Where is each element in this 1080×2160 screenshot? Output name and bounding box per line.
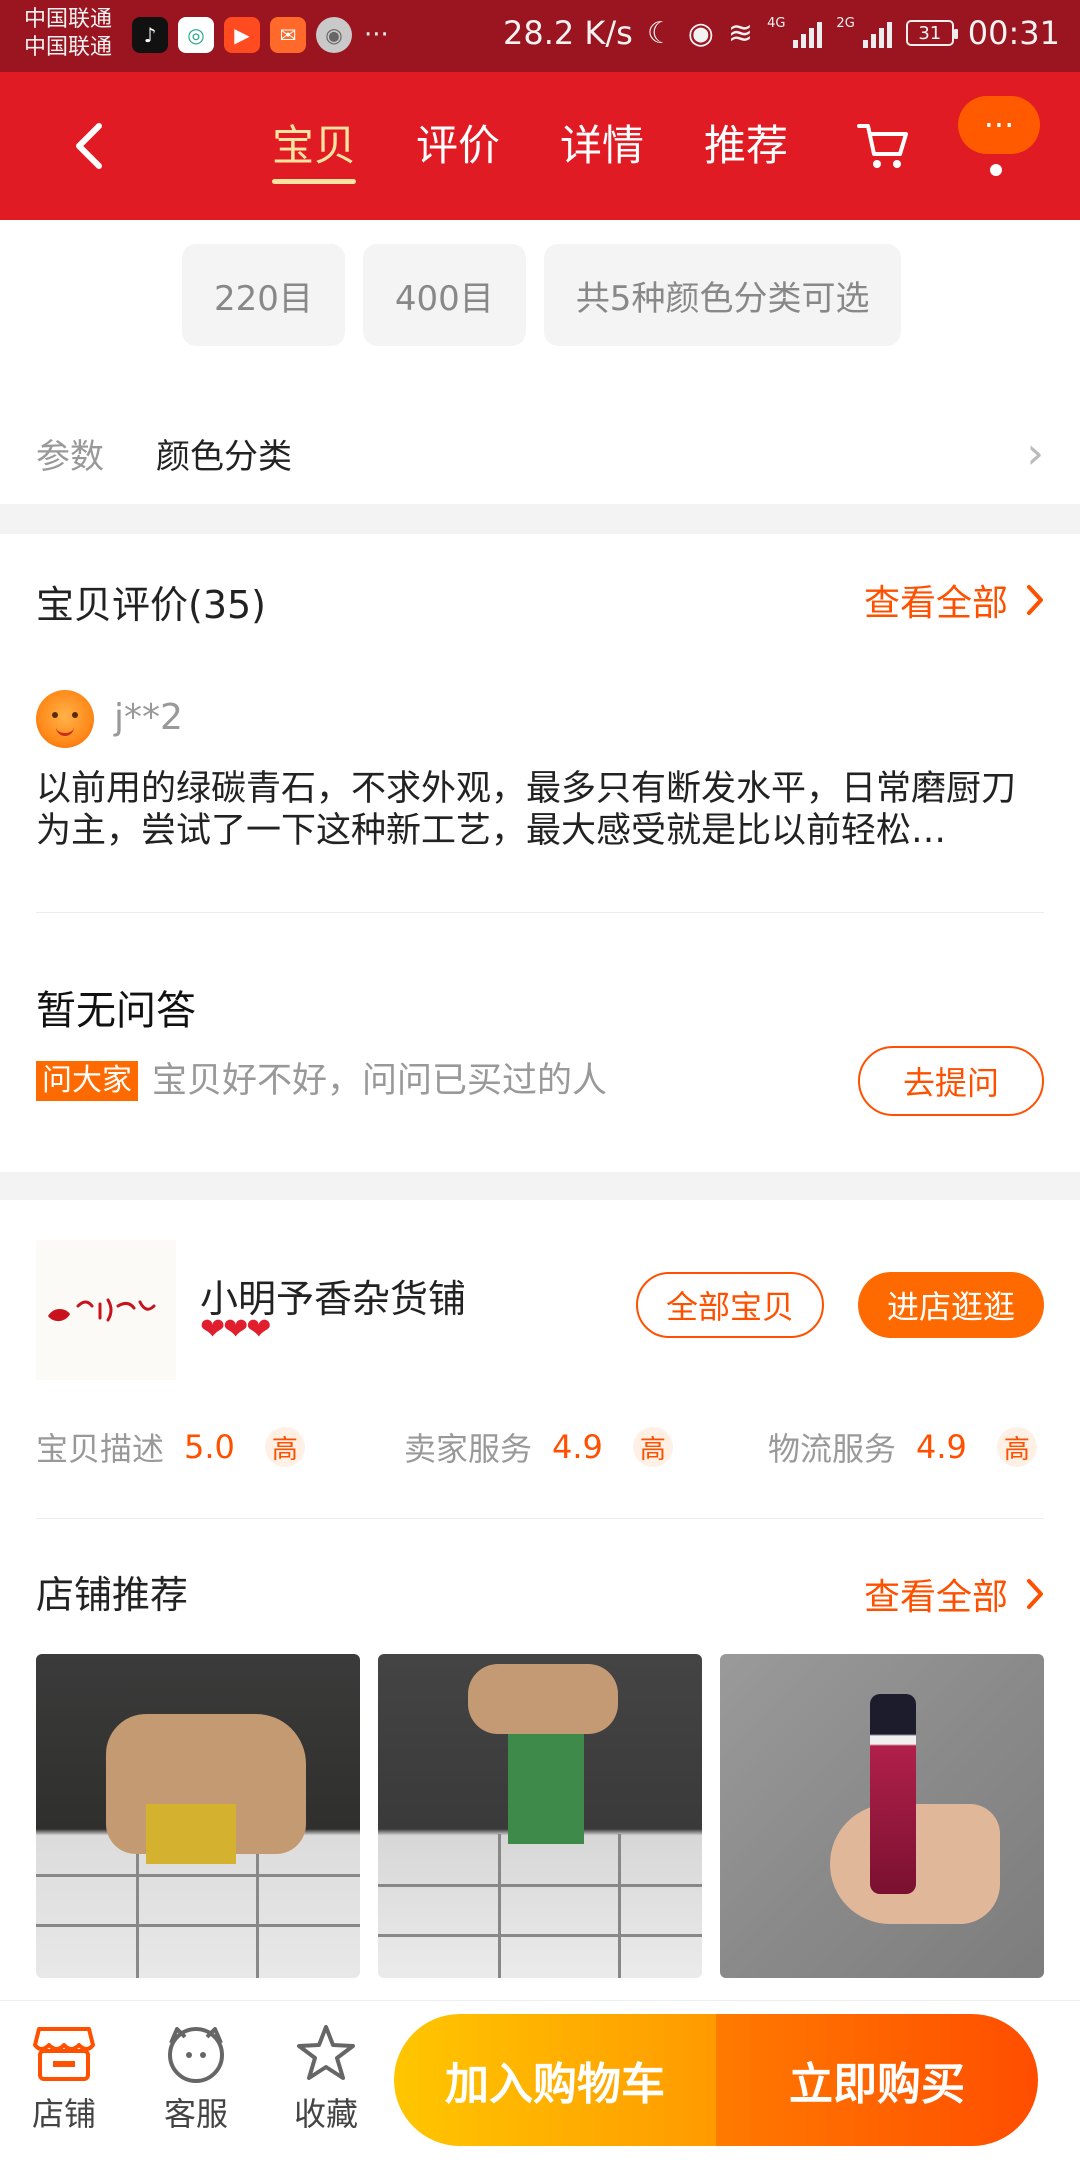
ask-everyone-badge: 问大家 [36,1061,138,1101]
more-menu-button[interactable]: ··· [958,96,1040,154]
see-all-label: 查看全部 [863,583,1008,624]
cart-icon[interactable] [856,118,910,172]
recommend-product-image[interactable] [36,1654,360,1978]
tiktok-icon: ♪ [132,17,168,53]
recommend-product-image[interactable] [378,1654,702,1978]
bottom-action-bar: 店铺 客服 收藏 加入购物车 立即购买 [0,2000,1080,2160]
more-notifications-icon: ··· [364,20,389,50]
signal-icon [793,18,823,48]
notification-dot [990,164,1002,176]
chevron-right-icon [1027,1579,1043,1609]
tab-item[interactable]: 宝贝 [272,112,357,184]
qa-hint: 宝贝好不好，问问已买过的人 [152,1061,608,1101]
app-icon: ✉ [270,17,306,53]
clock: 00:31 [967,14,1060,52]
status-bar: 中国联通 中国联通 ♪ ◎ ▶ ✉ ◉ ··· 28.2 K/s ☾ ◉ ≋ 4… [0,0,1080,72]
add-to-cart-button[interactable]: 加入购物车 [394,2014,716,2146]
rating-logistics: 物流服务 4.9 高 [768,1424,1037,1470]
network-2g-label: 2G [836,15,855,31]
back-icon[interactable] [60,114,116,178]
rating-label: 卖家服务 [404,1430,533,1468]
sku-options: 220目 400目 共5种颜色分类可选 [182,244,902,346]
carrier-info: 中国联通 中国联通 [24,6,112,62]
wifi-icon: ≋ [727,15,754,51]
nav-tabs: 宝贝 评价 详情 推荐 [272,112,788,184]
rating-level-badge: 高 [996,1427,1037,1467]
network-4g-label: 4G [767,15,786,31]
nav-bar: 宝贝 评价 详情 推荐 ··· [0,72,1080,220]
see-all-label: 查看全部 [863,1577,1008,1618]
divider [36,1518,1044,1519]
rating-level-badge: 高 [632,1427,673,1467]
favorite-tab[interactable]: 收藏 [276,2023,376,2135]
chevron-right-icon: › [1026,428,1044,479]
rating-value: 5.0 [184,1428,235,1466]
battery-icon: 31 [905,20,958,46]
chevron-right-icon [1027,585,1043,615]
favorite-tab-label: 收藏 [293,2095,358,2133]
qa-title: 暂无问答 [36,988,196,1034]
moon-icon: ☾ [646,15,674,51]
shop-level-hearts: ❤❤❤ [200,1312,271,1347]
see-all-reviews-link[interactable]: 查看全部 [864,574,1044,626]
tab-reviews[interactable]: 评价 [416,112,500,178]
service-tab-label: 客服 [163,2095,228,2133]
param-row[interactable]: 参数 颜色分类 › [36,418,1044,488]
rating-label: 宝贝描述 [36,1430,165,1468]
avatar [36,690,94,748]
see-all-recommend-link[interactable]: 查看全部 [864,1568,1044,1620]
browser-icon: ◎ [178,17,214,53]
rating-value: 4.9 [552,1428,603,1466]
buy-now-button[interactable]: 立即购买 [716,2014,1038,2146]
audio-icon: ◉ [316,17,352,53]
shop-tab[interactable]: 店铺 [14,2023,114,2135]
service-tab[interactable]: 客服 [146,2023,246,2135]
recommend-grid [36,1654,1044,1978]
enter-shop-button[interactable]: 进店逛逛 [858,1272,1044,1338]
video-icon: ▶ [224,17,260,53]
shop-recommend-title: 店铺推荐 [36,1573,189,1617]
review-username: j**2 [114,697,183,738]
shop-tab-label: 店铺 [31,2095,96,2133]
carrier-1: 中国联通 [24,7,113,32]
reviews-title: 宝贝评价(35) [36,583,267,627]
sku-option-summary[interactable]: 共5种颜色分类可选 [543,244,902,346]
tab-details[interactable]: 详情 [560,112,644,178]
signal-icon [862,18,892,48]
network-speed: 28.2 K/s [502,14,633,52]
rating-value: 4.9 [916,1428,967,1466]
shop-logo[interactable] [36,1240,176,1380]
sku-option[interactable]: 220目 [182,244,345,346]
star-icon [297,2025,355,2080]
rating-label: 物流服务 [768,1430,897,1468]
tab-recommend[interactable]: 推荐 [704,112,788,178]
divider [36,912,1044,913]
sku-option[interactable]: 400目 [362,244,526,346]
param-label: 参数 [36,436,104,477]
all-items-button[interactable]: 全部宝贝 [636,1272,824,1338]
eye-icon: ◉ [687,15,714,51]
param-value: 颜色分类 [156,436,292,477]
shop-ratings: 宝贝描述 5.0 高 卖家服务 4.9 高 物流服务 4.9 高 [36,1424,1044,1474]
notification-icons: ♪ ◎ ▶ ✉ ◉ ··· [132,17,389,53]
customer-service-icon [168,2027,224,2083]
shop-icon [33,2027,95,2081]
rating-description: 宝贝描述 5.0 高 [36,1424,305,1470]
rating-service: 卖家服务 4.9 高 [404,1424,673,1470]
rating-level-badge: 高 [264,1427,305,1467]
recommend-product-image[interactable] [720,1654,1044,1978]
ask-question-button[interactable]: 去提问 [858,1046,1044,1116]
review-text[interactable]: 以前用的绿碳青石，不求外观，最多只有断发水平，日常磨厨刀为主，尝试了一下这种新工… [36,768,1046,852]
status-right: 28.2 K/s ☾ ◉ ≋ 4G 2G 31 00:31 [503,14,1060,52]
carrier-2: 中国联通 [24,35,113,60]
